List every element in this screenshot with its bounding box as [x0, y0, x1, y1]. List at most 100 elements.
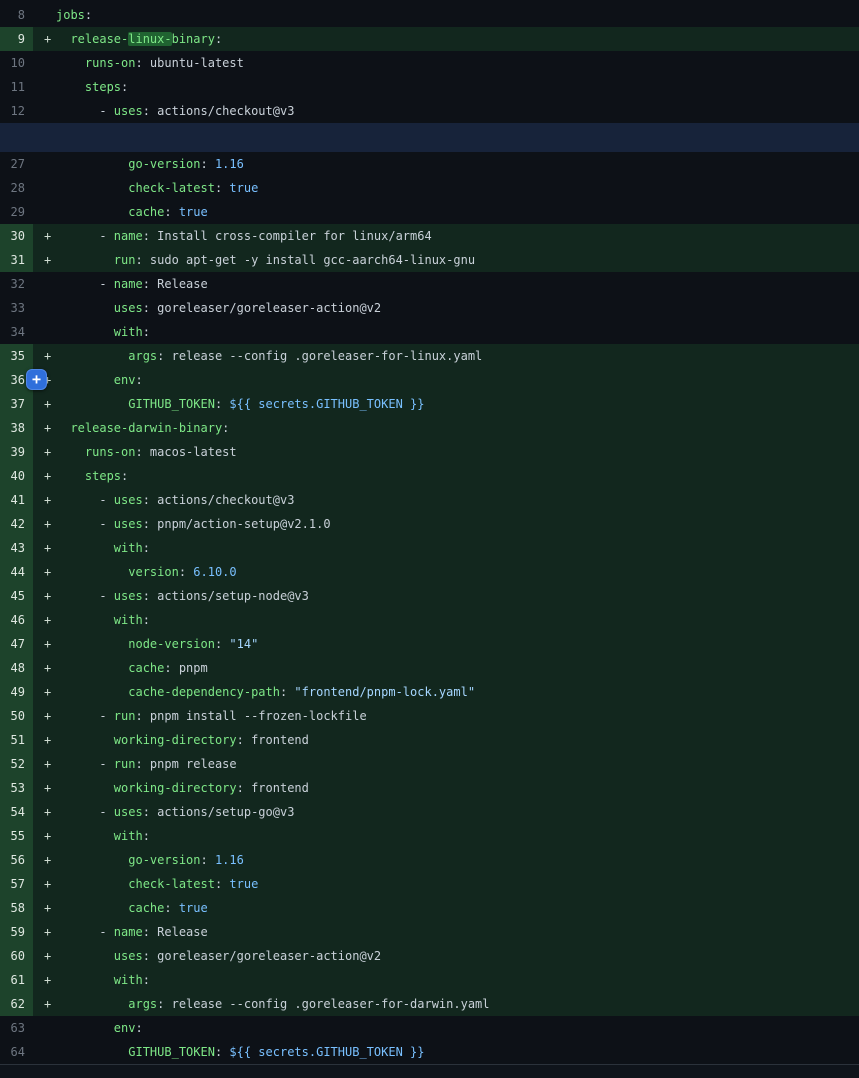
line-number[interactable]: 27 [0, 152, 33, 176]
code-line: args: release --config .goreleaser-for-d… [56, 992, 490, 1016]
code-line: go-version: 1.16 [56, 848, 244, 872]
line-number[interactable]: 62 [0, 992, 33, 1016]
diff-add-marker: + [33, 27, 56, 51]
code-line: cache-dependency-path: "frontend/pnpm-lo… [56, 680, 475, 704]
diff-row-57: 57+ check-latest: true [0, 872, 859, 896]
line-number[interactable]: 60 [0, 944, 33, 968]
line-number[interactable]: 48 [0, 656, 33, 680]
diff-row-45: 45+ - uses: actions/setup-node@v3 [0, 584, 859, 608]
line-number[interactable]: 9 [0, 27, 33, 51]
line-number[interactable]: 43 [0, 536, 33, 560]
diff-row-35: 35+ args: release --config .goreleaser-f… [0, 344, 859, 368]
diff-marker-empty [33, 296, 56, 320]
line-number[interactable]: 32 [0, 272, 33, 296]
diff-row-47: 47+ node-version: "14" [0, 632, 859, 656]
diff-row-37: 37+ GITHUB_TOKEN: ${{ secrets.GITHUB_TOK… [0, 392, 859, 416]
diff-rows: 8jobs:9+ release-linux-binary:10 runs-on… [0, 3, 859, 1064]
line-number[interactable]: 50 [0, 704, 33, 728]
line-number[interactable]: 12 [0, 99, 33, 123]
diff-add-marker: + [33, 824, 56, 848]
code-line: run: sudo apt-get -y install gcc-aarch64… [56, 248, 475, 272]
line-number[interactable]: 64 [0, 1040, 33, 1064]
line-number[interactable]: 38 [0, 416, 33, 440]
line-number[interactable]: 29 [0, 200, 33, 224]
diff-add-marker: + [33, 992, 56, 1016]
line-number[interactable]: 33 [0, 296, 33, 320]
code-line: with: [56, 824, 150, 848]
code-line: cache: true [56, 896, 208, 920]
code-line: - run: pnpm release [56, 752, 237, 776]
line-number[interactable]: 61 [0, 968, 33, 992]
diff-row-30: 30+ - name: Install cross-compiler for l… [0, 224, 859, 248]
diff-row-52: 52+ - run: pnpm release [0, 752, 859, 776]
diff-row-53: 53+ working-directory: frontend [0, 776, 859, 800]
diff-row-49: 49+ cache-dependency-path: "frontend/pnp… [0, 680, 859, 704]
diff-row-28: 28 check-latest: true [0, 176, 859, 200]
diff-row-42: 42+ - uses: pnpm/action-setup@v2.1.0 [0, 512, 859, 536]
code-line: go-version: 1.16 [56, 152, 244, 176]
diff-add-marker: + [33, 632, 56, 656]
line-number[interactable]: 54 [0, 800, 33, 824]
diff-row-27: 27 go-version: 1.16 [0, 152, 859, 176]
line-number[interactable]: 47 [0, 632, 33, 656]
line-number[interactable]: 46 [0, 608, 33, 632]
line-number[interactable]: 44 [0, 560, 33, 584]
line-number[interactable]: 45 [0, 584, 33, 608]
diff-add-marker: + [33, 488, 56, 512]
line-number[interactable]: 55 [0, 824, 33, 848]
line-number[interactable]: 11 [0, 75, 33, 99]
code-line: - name: Install cross-compiler for linux… [56, 224, 432, 248]
code-line: - name: Release [56, 272, 208, 296]
diff-marker-empty [33, 152, 56, 176]
line-number[interactable]: 56 [0, 848, 33, 872]
hunk-expander[interactable] [0, 123, 859, 152]
line-number[interactable]: 41 [0, 488, 33, 512]
line-number[interactable]: 10 [0, 51, 33, 75]
code-line: - uses: pnpm/action-setup@v2.1.0 [56, 512, 331, 536]
diff-row-12: 12 - uses: actions/checkout@v3 [0, 99, 859, 123]
diff-add-marker: + [33, 752, 56, 776]
code-line: steps: [56, 75, 128, 99]
line-number[interactable]: 63 [0, 1016, 33, 1040]
line-number[interactable]: 51 [0, 728, 33, 752]
diff-marker-empty [33, 3, 56, 27]
line-number[interactable]: 42 [0, 512, 33, 536]
diff-add-marker: + [33, 944, 56, 968]
diff-row-31: 31+ run: sudo apt-get -y install gcc-aar… [0, 248, 859, 272]
line-number[interactable]: 8 [0, 3, 33, 27]
line-number[interactable]: 52 [0, 752, 33, 776]
diff-marker-empty [33, 1016, 56, 1040]
line-number[interactable]: 58 [0, 896, 33, 920]
diff-add-marker: + [33, 848, 56, 872]
diff-add-marker: + [33, 392, 56, 416]
diff-add-marker: + [33, 776, 56, 800]
diff-row-55: 55+ with: [0, 824, 859, 848]
line-number[interactable]: 53 [0, 776, 33, 800]
line-number[interactable]: 39 [0, 440, 33, 464]
code-line: - uses: actions/setup-go@v3 [56, 800, 294, 824]
line-number[interactable]: 30 [0, 224, 33, 248]
diff-row-63: 63 env: [0, 1016, 859, 1040]
diff-row-29: 29 cache: true [0, 200, 859, 224]
diff-row-34: 34 with: [0, 320, 859, 344]
line-number[interactable]: 49 [0, 680, 33, 704]
line-number[interactable]: 40 [0, 464, 33, 488]
diff-bottom-divider [0, 1064, 859, 1078]
line-number[interactable]: 57 [0, 872, 33, 896]
code-line: jobs: [56, 3, 92, 27]
diff-add-marker: + [33, 464, 56, 488]
code-line: version: 6.10.0 [56, 560, 237, 584]
add-comment-button[interactable]: + [26, 369, 47, 390]
line-number[interactable]: 35 [0, 344, 33, 368]
diff-add-marker: + [33, 440, 56, 464]
line-number[interactable]: 28 [0, 176, 33, 200]
line-number[interactable]: 59 [0, 920, 33, 944]
diff-marker-empty [33, 99, 56, 123]
line-number[interactable]: 37 [0, 392, 33, 416]
diff-row-46: 46+ with: [0, 608, 859, 632]
code-line: env: [56, 368, 143, 392]
diff-add-marker: + [33, 728, 56, 752]
line-number[interactable]: 34 [0, 320, 33, 344]
diff-add-marker: + [33, 560, 56, 584]
line-number[interactable]: 31 [0, 248, 33, 272]
